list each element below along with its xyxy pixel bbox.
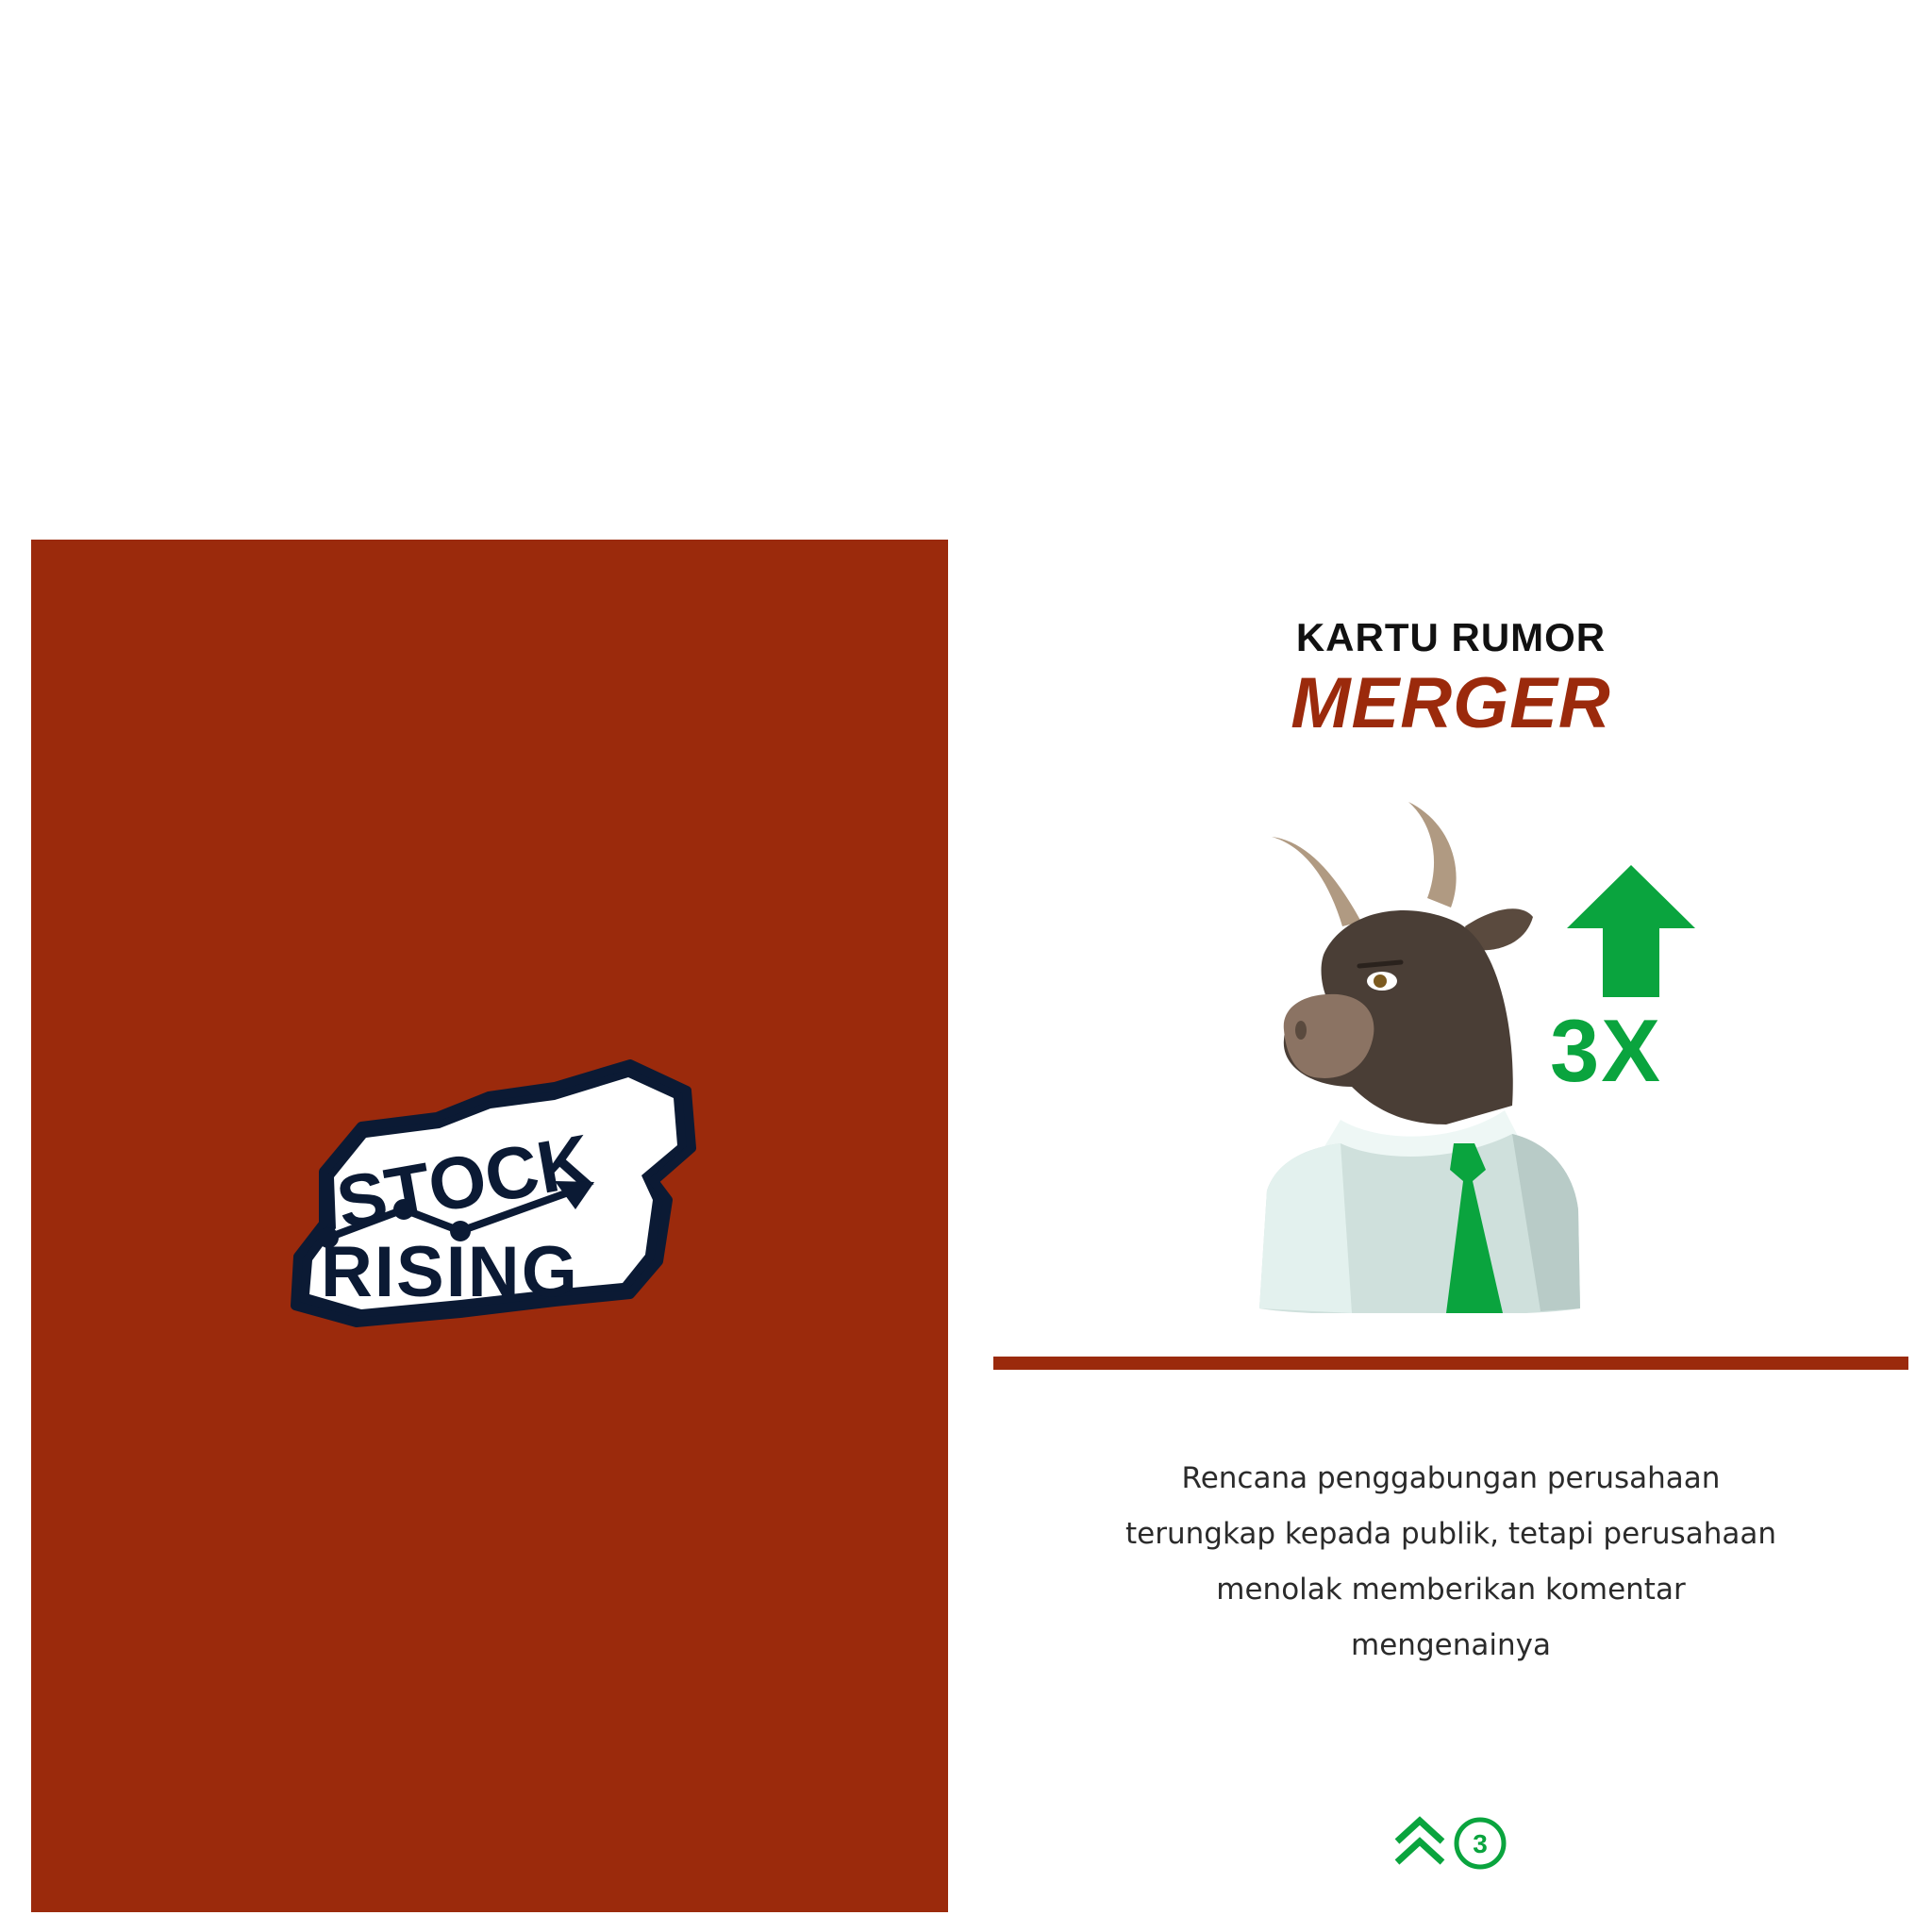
up-arrow-icon — [1567, 865, 1695, 997]
divider — [993, 1357, 1908, 1370]
card-title: MERGER — [1291, 663, 1611, 743]
card-description: Rencana penggabungan perusahaan terungka… — [1125, 1461, 1776, 1662]
badge-number: 3 — [1473, 1829, 1488, 1858]
card-kicker: KARTU RUMOR — [1295, 615, 1607, 659]
svg-text:RISING: RISING — [321, 1232, 579, 1312]
level-badge: 3 — [1391, 1815, 1514, 1872]
double-chevron-up-icon: 3 — [1394, 1816, 1507, 1870]
rumor-card: KARTU RUMOR MERGER 3X Rencana penggabung… — [993, 540, 1908, 1912]
card-back: STOCK RISING — [31, 540, 948, 1912]
multiplier: 3X — [1550, 1001, 1662, 1100]
bull-illustration — [1259, 802, 1580, 1313]
stock-rising-logo: STOCK RISING — [291, 1059, 696, 1327]
